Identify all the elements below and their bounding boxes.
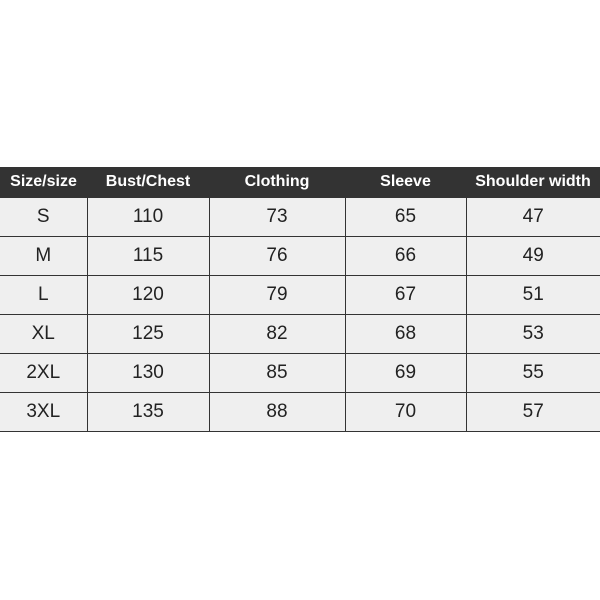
table-cell: 55 — [465, 353, 600, 393]
table-cell: XL — [0, 314, 88, 354]
table-cell: 85 — [208, 353, 346, 393]
table-cell: 65 — [344, 197, 467, 237]
column-header: Size/size — [0, 167, 87, 198]
table-cell: 125 — [86, 314, 210, 354]
table-cell: 68 — [344, 314, 467, 354]
table-cell: 51 — [465, 275, 600, 315]
table-cell: 47 — [465, 197, 600, 237]
column-header: Sleeve — [345, 167, 466, 198]
table-cell: L — [0, 275, 88, 315]
table-cell: 115 — [86, 236, 210, 276]
table-cell: 69 — [344, 353, 467, 393]
table-cell: S — [0, 197, 88, 237]
table-cell: 88 — [208, 392, 346, 432]
table-cell: 57 — [465, 392, 600, 432]
table-row: M 115 76 66 49 — [0, 236, 600, 276]
table-row: S 110 73 65 47 — [0, 197, 600, 237]
table-cell: 120 — [86, 275, 210, 315]
table-cell: 79 — [208, 275, 346, 315]
header-row: Size/size Bust/Chest Clothing Sleeve Shoulde… — [0, 167, 600, 198]
table-cell: 70 — [344, 392, 467, 432]
column-header: Clothing — [209, 167, 345, 198]
table-cell: 66 — [344, 236, 467, 276]
table-row: 3XL 135 88 70 57 — [0, 392, 600, 432]
table-cell: 130 — [86, 353, 210, 393]
column-header: Shoulder width — [466, 167, 600, 198]
table-cell: M — [0, 236, 88, 276]
table-cell: 67 — [344, 275, 467, 315]
table-cell: 135 — [86, 392, 210, 432]
table-cell: 82 — [208, 314, 346, 354]
size-chart-table: Size/size Bust/Chest Clothing Sleeve Shoulde… — [0, 167, 600, 432]
table-cell: 2XL — [0, 353, 88, 393]
table-cell: 110 — [86, 197, 210, 237]
table-row: XL 125 82 68 53 — [0, 314, 600, 354]
table-row: L 120 79 67 51 — [0, 275, 600, 315]
table-cell: 73 — [208, 197, 346, 237]
table-row: 2XL 130 85 69 55 — [0, 353, 600, 393]
column-header: Bust/Chest — [87, 167, 209, 198]
table-cell: 76 — [208, 236, 346, 276]
table-cell: 49 — [465, 236, 600, 276]
table-cell: 3XL — [0, 392, 88, 432]
table-cell: 53 — [465, 314, 600, 354]
